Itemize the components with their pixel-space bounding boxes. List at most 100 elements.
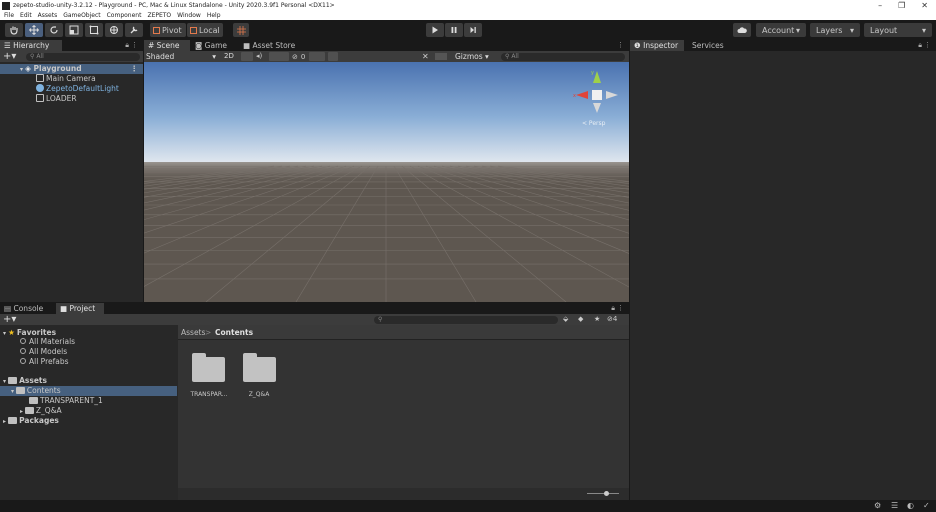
tree-folder-item[interactable]: TRANSPARENT_1 bbox=[0, 396, 103, 406]
menu-gameobject[interactable]: GameObject bbox=[63, 11, 100, 20]
hidden-packages-toggle[interactable]: ⊘4 bbox=[607, 314, 617, 325]
hidden-objects-icon[interactable]: ⊘ bbox=[292, 53, 298, 61]
tab-hierarchy[interactable]: ☰ Hierarchy bbox=[0, 40, 62, 51]
audio-icon[interactable]: ◂) bbox=[256, 52, 266, 61]
cloud-button[interactable] bbox=[733, 23, 751, 37]
gizmos-dropdown[interactable]: Gizmos ▾ bbox=[455, 51, 489, 62]
menu-edit[interactable]: Edit bbox=[20, 11, 32, 20]
lock-icon[interactable]: 🔒︎ bbox=[611, 304, 615, 313]
hierarchy-item[interactable]: Main Camera bbox=[0, 74, 96, 84]
menu-zepeto[interactable]: ZEPETO bbox=[147, 11, 171, 20]
pause-button[interactable] bbox=[445, 23, 463, 37]
pivot-toggle[interactable]: Pivot bbox=[150, 23, 186, 37]
tab-asset-store[interactable]: ■ Asset Store bbox=[239, 40, 309, 51]
lock-icon[interactable]: 🔒︎ bbox=[918, 41, 922, 50]
shading-mode-dropdown[interactable]: Shaded ▾ bbox=[146, 51, 218, 62]
search-by-label-icon[interactable]: ◆ bbox=[578, 314, 583, 325]
menu-bar: File Edit Assets GameObject Component ZE… bbox=[0, 11, 936, 20]
layers-dropdown[interactable]: Layers ▾ bbox=[810, 23, 860, 37]
tab-console[interactable]: ▤ Console bbox=[0, 303, 52, 314]
breadcrumb-contents[interactable]: Contents bbox=[215, 328, 253, 337]
menu-assets[interactable]: Assets bbox=[38, 11, 58, 20]
project-content: Assets > Contents TRANSPAR... Z_Q&A bbox=[178, 325, 629, 500]
gizmo-toggle-dropdown[interactable] bbox=[328, 52, 339, 61]
account-dropdown[interactable]: Account ▾ bbox=[756, 23, 806, 37]
camera-settings-dropdown[interactable] bbox=[309, 52, 326, 61]
tree-folder-item[interactable]: ▸ Z_Q&A bbox=[0, 406, 62, 416]
menu-help[interactable]: Help bbox=[207, 11, 221, 20]
breadcrumb-assets[interactable]: Assets bbox=[181, 328, 205, 337]
lightbulb-icon[interactable] bbox=[241, 52, 253, 61]
orientation-gizmo[interactable]: y x bbox=[572, 67, 622, 117]
kebab-menu-icon[interactable]: ⋮ bbox=[617, 304, 624, 312]
grid-snap-button[interactable] bbox=[233, 23, 249, 37]
project-toolbar: +▾ ⚲ ⬙ ◆ ★ ⊘4 bbox=[0, 314, 629, 325]
scene-viewport[interactable]: y x < Persp bbox=[144, 62, 629, 302]
pause-icon bbox=[451, 27, 457, 33]
tab-services[interactable]: Services bbox=[688, 40, 738, 51]
2d-toggle[interactable]: 2D bbox=[224, 51, 234, 62]
folder-icon bbox=[8, 417, 18, 424]
minimize-button[interactable]: – bbox=[878, 0, 882, 11]
effects-dropdown[interactable] bbox=[269, 52, 289, 61]
add-icon[interactable]: +▾ bbox=[3, 314, 16, 325]
transform-tool-button[interactable] bbox=[105, 23, 123, 37]
step-button[interactable] bbox=[464, 23, 482, 37]
scene-search-input[interactable]: ⚲ All bbox=[501, 53, 625, 61]
lock-icon[interactable]: 🔒︎ bbox=[125, 41, 129, 50]
tools-cross-icon[interactable]: ✕ bbox=[422, 51, 429, 62]
kebab-menu-icon[interactable]: ⋮ bbox=[617, 41, 624, 49]
kebab-menu-icon[interactable]: ⋮ bbox=[924, 41, 931, 49]
hierarchy-tabbar: ☰ Hierarchy 🔒︎ ⋮ bbox=[0, 40, 143, 51]
hand-tool-button[interactable] bbox=[5, 23, 23, 37]
hierarchy-item[interactable]: ZepetoDefaultLight bbox=[0, 84, 119, 94]
collab-icon[interactable]: ☰ bbox=[891, 501, 898, 510]
icon-size-slider-handle[interactable] bbox=[604, 491, 609, 496]
kebab-menu-icon[interactable]: ⋮ bbox=[131, 64, 139, 74]
project-search-input[interactable]: ⚲ bbox=[374, 316, 558, 324]
tab-scene[interactable]: # Scene bbox=[144, 40, 190, 51]
close-button[interactable]: ✕ bbox=[921, 0, 928, 11]
tree-folder-contents[interactable]: ▾ Contents bbox=[0, 386, 177, 396]
tab-game[interactable]: ◙ Game bbox=[191, 40, 237, 51]
rotate-tool-button[interactable] bbox=[45, 23, 63, 37]
tab-inspector[interactable]: ❶ Inspector bbox=[630, 40, 684, 51]
hierarchy-search-input[interactable]: ⚲ All bbox=[26, 53, 140, 61]
play-button[interactable] bbox=[426, 23, 444, 37]
folder-tile[interactable] bbox=[192, 353, 225, 382]
menu-component[interactable]: Component bbox=[107, 11, 142, 20]
kebab-menu-icon[interactable]: ⋮ bbox=[131, 41, 138, 49]
layout-dropdown[interactable]: Layout ▾ bbox=[864, 23, 932, 37]
debug-icon[interactable]: ⚙ bbox=[874, 501, 881, 510]
progress-icon[interactable]: ◐ bbox=[907, 501, 914, 510]
menu-window[interactable]: Window bbox=[177, 11, 201, 20]
menu-file[interactable]: File bbox=[4, 11, 14, 20]
rect-tool-button[interactable] bbox=[85, 23, 103, 37]
tab-project[interactable]: ■ Project bbox=[56, 303, 104, 314]
scale-tool-button[interactable] bbox=[65, 23, 83, 37]
maximize-button[interactable]: ❐ bbox=[898, 0, 905, 11]
hierarchy-item[interactable]: LOADER bbox=[0, 94, 77, 104]
render-mode-icon[interactable] bbox=[435, 53, 447, 60]
search-by-type-icon[interactable]: ⬙ bbox=[563, 314, 568, 325]
add-icon[interactable]: +▾ bbox=[3, 51, 16, 62]
star-icon: ★ bbox=[8, 328, 15, 337]
packages-row[interactable]: ▸ Packages bbox=[0, 416, 59, 426]
assets-row[interactable]: ▾ Assets bbox=[0, 376, 47, 386]
gamepad-icon: ◙ bbox=[195, 41, 205, 50]
check-icon[interactable]: ✓ bbox=[923, 501, 930, 510]
scene-row[interactable]: ▾ ◈ Playground ⋮ bbox=[0, 64, 143, 74]
custom-tool-button[interactable] bbox=[125, 23, 143, 37]
folder-tile[interactable] bbox=[243, 353, 276, 382]
scale-icon bbox=[69, 25, 79, 35]
icon-size-slider-track[interactable] bbox=[587, 493, 619, 494]
hash-icon: # bbox=[148, 41, 157, 50]
chevron-down-icon: ▾ bbox=[849, 25, 854, 35]
move-tool-button[interactable] bbox=[25, 23, 43, 37]
favorite-star-icon[interactable]: ★ bbox=[594, 314, 600, 325]
local-toggle[interactable]: Local bbox=[187, 23, 223, 37]
perspective-label[interactable]: < Persp bbox=[582, 120, 605, 127]
favorite-item[interactable]: All Prefabs bbox=[0, 357, 69, 367]
favorite-item[interactable]: All Models bbox=[0, 347, 67, 357]
favorite-item[interactable]: All Materials bbox=[0, 337, 75, 347]
